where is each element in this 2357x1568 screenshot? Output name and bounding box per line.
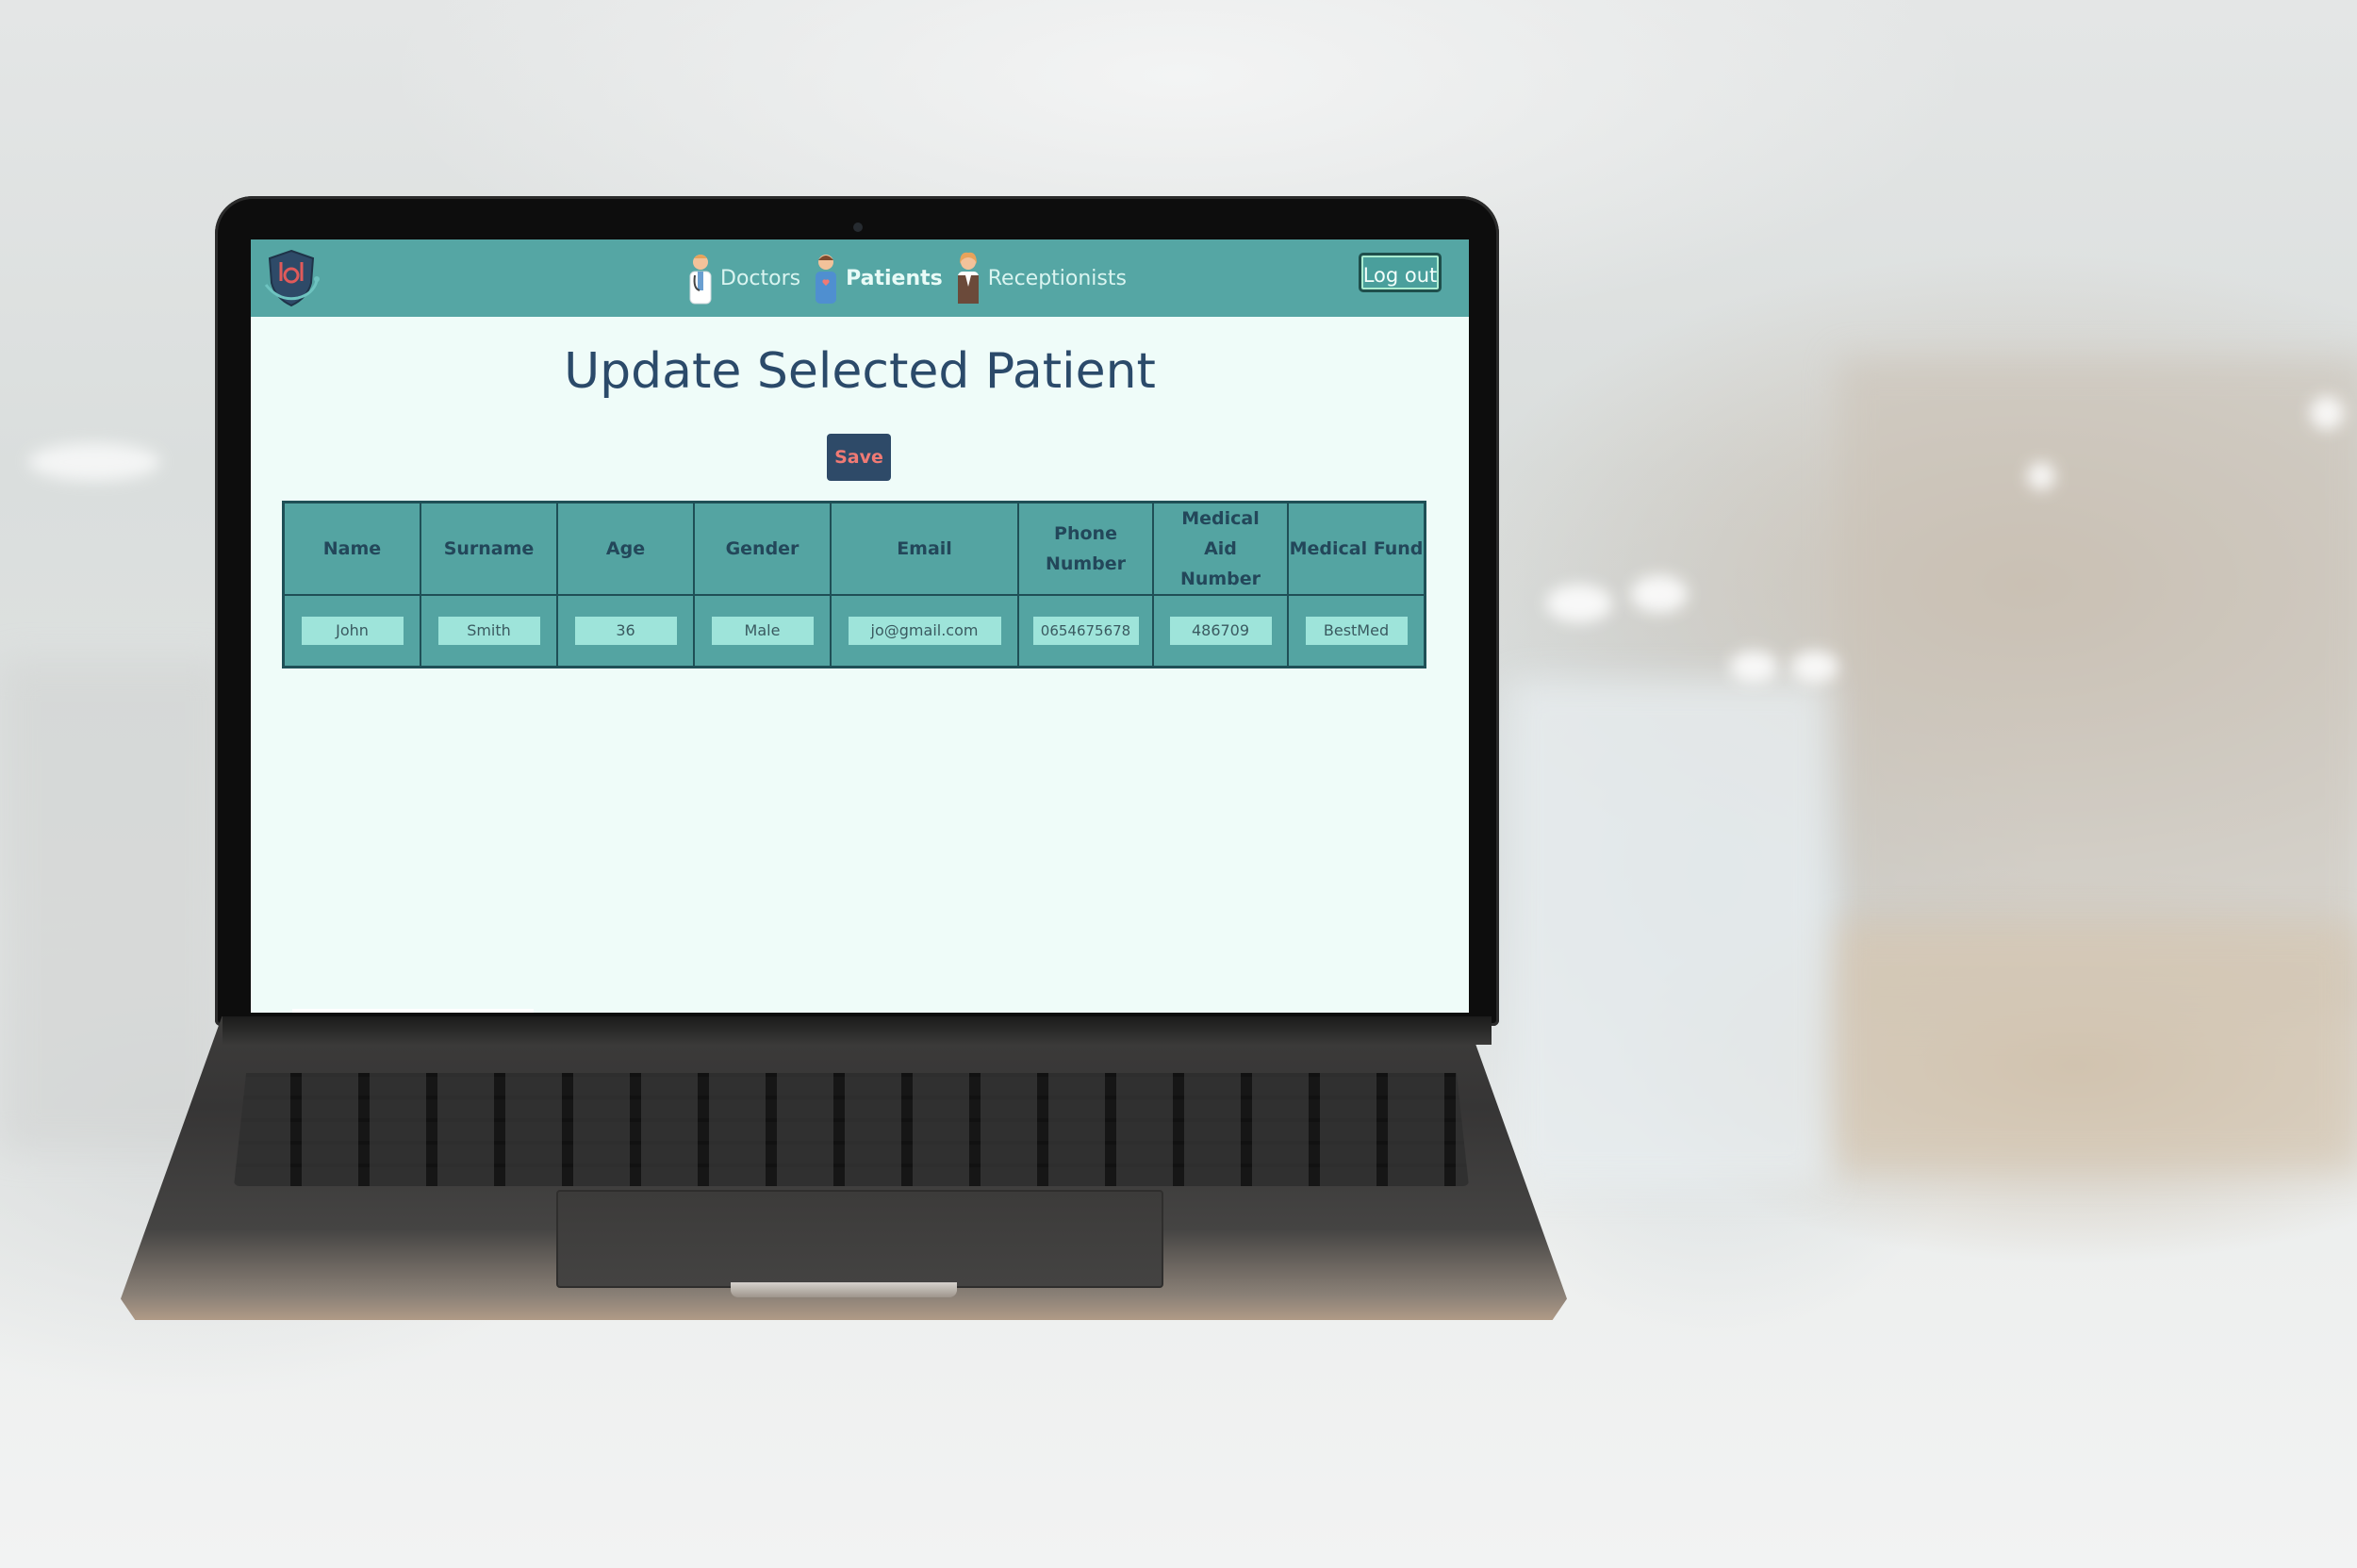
background-panel xyxy=(1508,679,1829,1188)
medical-shield-logo-icon[interactable] xyxy=(260,247,322,309)
patient-table: Name Surname Age Gender Email Phone Numb… xyxy=(282,501,1426,668)
email-input[interactable] xyxy=(848,617,1001,645)
cell-email xyxy=(830,594,1019,668)
medical-fund-input[interactable] xyxy=(1305,617,1408,645)
column-header-phone-number: Phone Number xyxy=(1017,501,1154,596)
patient-icon xyxy=(816,255,837,304)
column-header-age: Age xyxy=(556,501,695,596)
column-header-email: Email xyxy=(830,501,1019,596)
medical-aid-number-input[interactable] xyxy=(1169,617,1272,645)
table-row xyxy=(282,594,1426,668)
background-wall xyxy=(1838,358,2357,1018)
doctor-icon xyxy=(689,255,712,305)
cell-phone-number xyxy=(1017,594,1154,668)
app-screen: Doctors Patients Receptionists Log out U… xyxy=(251,239,1469,1013)
cell-surname xyxy=(420,594,558,668)
ceiling-light xyxy=(28,443,160,481)
laptop-front-notch xyxy=(731,1282,957,1297)
ceiling-light xyxy=(1730,651,1777,683)
cell-medical-fund xyxy=(1287,594,1426,668)
laptop-trackpad xyxy=(556,1190,1163,1288)
age-input[interactable] xyxy=(574,617,677,645)
cell-age xyxy=(556,594,695,668)
nav-item-doctors[interactable]: Doctors xyxy=(684,251,800,305)
ceiling-light xyxy=(1546,585,1612,622)
cell-gender xyxy=(693,594,832,668)
nav-label-receptionists: Receptionists xyxy=(987,266,1127,290)
cell-name xyxy=(282,594,421,668)
ceiling-light xyxy=(1631,575,1688,613)
horizontal-scrollbar[interactable] xyxy=(292,1009,534,1013)
receptionist-icon xyxy=(957,252,979,304)
cell-medical-aid-number xyxy=(1152,594,1289,668)
ceiling-light xyxy=(2027,462,2055,490)
top-navigation-bar: Doctors Patients Receptionists Log out xyxy=(251,239,1469,317)
page-title: Update Selected Patient xyxy=(564,343,1156,400)
nav-label-doctors: Doctors xyxy=(720,266,801,290)
ceiling-light xyxy=(2310,396,2344,430)
save-button[interactable]: Save xyxy=(827,434,891,481)
laptop-keyboard xyxy=(234,1073,1469,1186)
surname-input[interactable] xyxy=(437,617,540,645)
background-counter xyxy=(1829,924,2357,1169)
scene: Doctors Patients Receptionists Log out U… xyxy=(0,0,2357,1568)
nav-item-receptionists[interactable]: Receptionists xyxy=(952,251,1127,305)
name-input[interactable] xyxy=(301,617,404,645)
phone-number-input[interactable] xyxy=(1032,617,1139,645)
column-header-medical-aid-number: Medical Aid Number xyxy=(1152,501,1289,596)
column-header-name: Name xyxy=(282,501,421,596)
laptop-hinge xyxy=(223,1016,1492,1045)
nav-item-patients[interactable]: Patients xyxy=(810,251,943,305)
column-header-medical-fund: Medical Fund xyxy=(1287,501,1426,596)
table-header-row: Name Surname Age Gender Email Phone Numb… xyxy=(282,501,1426,596)
gender-input[interactable] xyxy=(711,617,814,645)
column-header-gender: Gender xyxy=(693,501,832,596)
nav-label-patients: Patients xyxy=(846,266,943,290)
main-navigation: Doctors Patients Receptionists xyxy=(684,247,1136,309)
webcam xyxy=(853,223,863,232)
ceiling-light xyxy=(1791,651,1838,683)
logout-button[interactable]: Log out xyxy=(1359,253,1442,292)
background-left-wall xyxy=(0,660,226,1150)
column-header-surname: Surname xyxy=(420,501,558,596)
